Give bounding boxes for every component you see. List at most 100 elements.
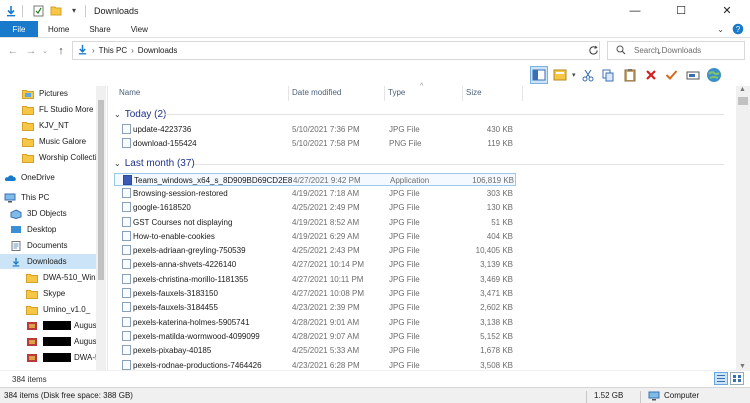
- layout-dropdown-icon[interactable]: ▾: [572, 71, 576, 79]
- sidebar-item[interactable]: Pictures: [0, 86, 96, 101]
- preview-pane-icon[interactable]: [530, 66, 548, 84]
- file-row[interactable]: pexels-pixabay-40185 4/25/2021 5:33 AM JPG…: [114, 344, 516, 357]
- column-divider[interactable]: [522, 86, 523, 101]
- checkmark-icon[interactable]: [663, 66, 681, 84]
- file-row[interactable]: download-155424 5/10/2021 7:58 PM PNG File…: [114, 137, 516, 150]
- sidebar-item[interactable]: DWA-510_WinX: [0, 270, 96, 285]
- maximize-button[interactable]: ☐: [658, 0, 704, 21]
- search-input[interactable]: Search Downloads: [607, 41, 745, 60]
- sidebar-item[interactable]: August A: [0, 318, 96, 333]
- back-button[interactable]: ←: [6, 41, 20, 61]
- file-row[interactable]: google-1618520 4/25/2021 2:49 PM JPG File 1…: [114, 201, 516, 214]
- tab-view[interactable]: View: [121, 21, 158, 37]
- file-row[interactable]: pexels-adriaan-greyling-750539 4/25/2021 …: [114, 244, 516, 257]
- tab-file[interactable]: File: [0, 21, 38, 37]
- file-list-scrollbar-thumb[interactable]: [738, 97, 748, 105]
- help-icon[interactable]: ?: [732, 23, 744, 37]
- file-date: 4/25/2021 5:33 AM: [292, 346, 360, 356]
- sidebar-item[interactable]: Skype: [0, 286, 96, 301]
- file-type: JPG File: [389, 231, 420, 241]
- sidebar-item[interactable]: OneDrive: [0, 170, 96, 185]
- sidebar-item[interactable]: Worship Collection: [0, 150, 96, 165]
- column-header-size[interactable]: Size: [466, 88, 482, 97]
- breadcrumb-this-pc[interactable]: This PC: [99, 46, 127, 55]
- file-row[interactable]: pexels-rodnae-productions-7464426 4/23/20…: [114, 359, 516, 371]
- scroll-down-icon[interactable]: ▼: [739, 363, 746, 370]
- up-button[interactable]: ↑: [54, 41, 68, 61]
- sidebar-item[interactable]: Documents: [0, 238, 96, 253]
- desktop-icon: [10, 225, 22, 235]
- expand-ribbon-icon[interactable]: ⌄: [717, 25, 724, 34]
- sidebar-item[interactable]: KJV_NT: [0, 118, 96, 133]
- forward-button[interactable]: →: [24, 41, 38, 61]
- sidebar-item[interactable]: This PC: [0, 190, 96, 205]
- scroll-up-icon[interactable]: ▲: [739, 86, 746, 93]
- large-icons-view-button[interactable]: [730, 372, 744, 385]
- properties-icon[interactable]: [31, 4, 45, 18]
- column-divider[interactable]: [384, 86, 385, 101]
- file-row[interactable]: pexels-christina-morillo-1181355 4/27/202…: [114, 273, 516, 286]
- cut-icon[interactable]: [579, 66, 597, 84]
- file-row[interactable]: GST Courses not displaying 4/19/2021 8:52…: [114, 216, 516, 229]
- file-row[interactable]: pexels-fauxels-3183150 4/27/2021 10:08 PM…: [114, 287, 516, 300]
- sidebar-item-label: OneDrive: [21, 173, 55, 182]
- file-list-scrollbar[interactable]: ▲ ▼: [736, 86, 750, 370]
- column-divider[interactable]: [462, 86, 463, 101]
- chevron-down-icon[interactable]: ⌄: [114, 110, 121, 119]
- file-row[interactable]: pexels-katerina-holmes-5905741 4/28/2021 …: [114, 316, 516, 329]
- downloads-app-icon[interactable]: [4, 4, 18, 18]
- sidebar-item[interactable]: FL Studio More Bea: [0, 102, 96, 117]
- layout-icon[interactable]: [551, 66, 569, 84]
- sidebar-item[interactable]: Desktop: [0, 222, 96, 237]
- quick-access-dropdown-icon[interactable]: ▾: [67, 4, 81, 18]
- sidebar-item[interactable]: August A: [0, 334, 96, 349]
- column-header-name[interactable]: Name: [119, 88, 140, 97]
- chevron-right-icon[interactable]: ›: [131, 46, 134, 55]
- file-row[interactable]: Browsing-session-restored 4/19/2021 7:18 …: [114, 187, 516, 200]
- sidebar-item-label: DWA-510_Win: [74, 353, 96, 362]
- image-file-icon: [122, 138, 131, 149]
- sidebar-item[interactable]: Music Galore: [0, 134, 96, 149]
- rename-icon[interactable]: [684, 66, 702, 84]
- refresh-icon[interactable]: [584, 41, 602, 60]
- file-row[interactable]: pexels-matilda-wormwood-4099099 4/28/2021…: [114, 330, 516, 343]
- copy-icon[interactable]: [600, 66, 618, 84]
- address-bar[interactable]: › This PC › Downloads ⌄: [72, 41, 662, 60]
- download-icon: [10, 257, 22, 267]
- file-row[interactable]: Teams_windows_x64_s_8D909BD69CD2E8... 4/2…: [114, 172, 516, 186]
- status-bar: 384 items (Disk free space: 388 GB) 1.52…: [0, 387, 750, 403]
- column-header-type[interactable]: Type: [388, 88, 405, 97]
- search-placeholder: Search Downloads: [634, 46, 702, 55]
- details-view-button[interactable]: [714, 372, 728, 385]
- breadcrumb-downloads[interactable]: Downloads: [138, 46, 178, 55]
- group-header[interactable]: ⌄ Today (2): [114, 107, 166, 121]
- sidebar-item[interactable]: Umino_v1.0_: [0, 302, 96, 317]
- recent-locations-icon[interactable]: ⌄: [38, 41, 52, 61]
- group-label: Today (2): [124, 108, 167, 120]
- file-row[interactable]: pexels-fauxels-3184455 4/23/2021 2:39 PM J…: [114, 301, 516, 314]
- sidebar-item[interactable]: Downloads: [0, 254, 96, 269]
- navigation-scrollbar-thumb[interactable]: [98, 100, 104, 280]
- file-size: 404 KB: [486, 231, 513, 241]
- file-row[interactable]: How-to-enable-cookies 4/19/2021 6:29 AM JP…: [114, 230, 516, 243]
- file-row[interactable]: update-4223736 5/10/2021 7:36 PM JPG File 4…: [114, 123, 516, 136]
- chevron-down-icon[interactable]: ⌄: [114, 159, 121, 168]
- cloud-icon: [4, 173, 16, 183]
- tab-share[interactable]: Share: [79, 21, 120, 37]
- paste-icon[interactable]: [621, 66, 639, 84]
- column-divider[interactable]: [288, 86, 289, 101]
- delete-icon[interactable]: [642, 66, 660, 84]
- group-header[interactable]: ⌄ Last month (37): [114, 157, 195, 171]
- sidebar-item[interactable]: 3D Objects: [0, 206, 96, 221]
- minimize-button[interactable]: —: [612, 0, 658, 21]
- globe-icon[interactable]: [705, 66, 723, 84]
- close-button[interactable]: ✕: [704, 0, 750, 21]
- new-folder-icon[interactable]: [49, 4, 63, 18]
- chevron-right-icon[interactable]: ›: [92, 46, 95, 55]
- file-name: pexels-fauxels-3183150: [133, 289, 218, 298]
- folder-icon: [22, 137, 34, 147]
- file-row[interactable]: pexels-anna-shvets-4226140 4/27/2021 10:1…: [114, 258, 516, 271]
- column-header-date[interactable]: Date modified: [292, 88, 341, 97]
- sidebar-item[interactable]: DWA-510_Win: [0, 350, 96, 365]
- tab-home[interactable]: Home: [38, 21, 79, 37]
